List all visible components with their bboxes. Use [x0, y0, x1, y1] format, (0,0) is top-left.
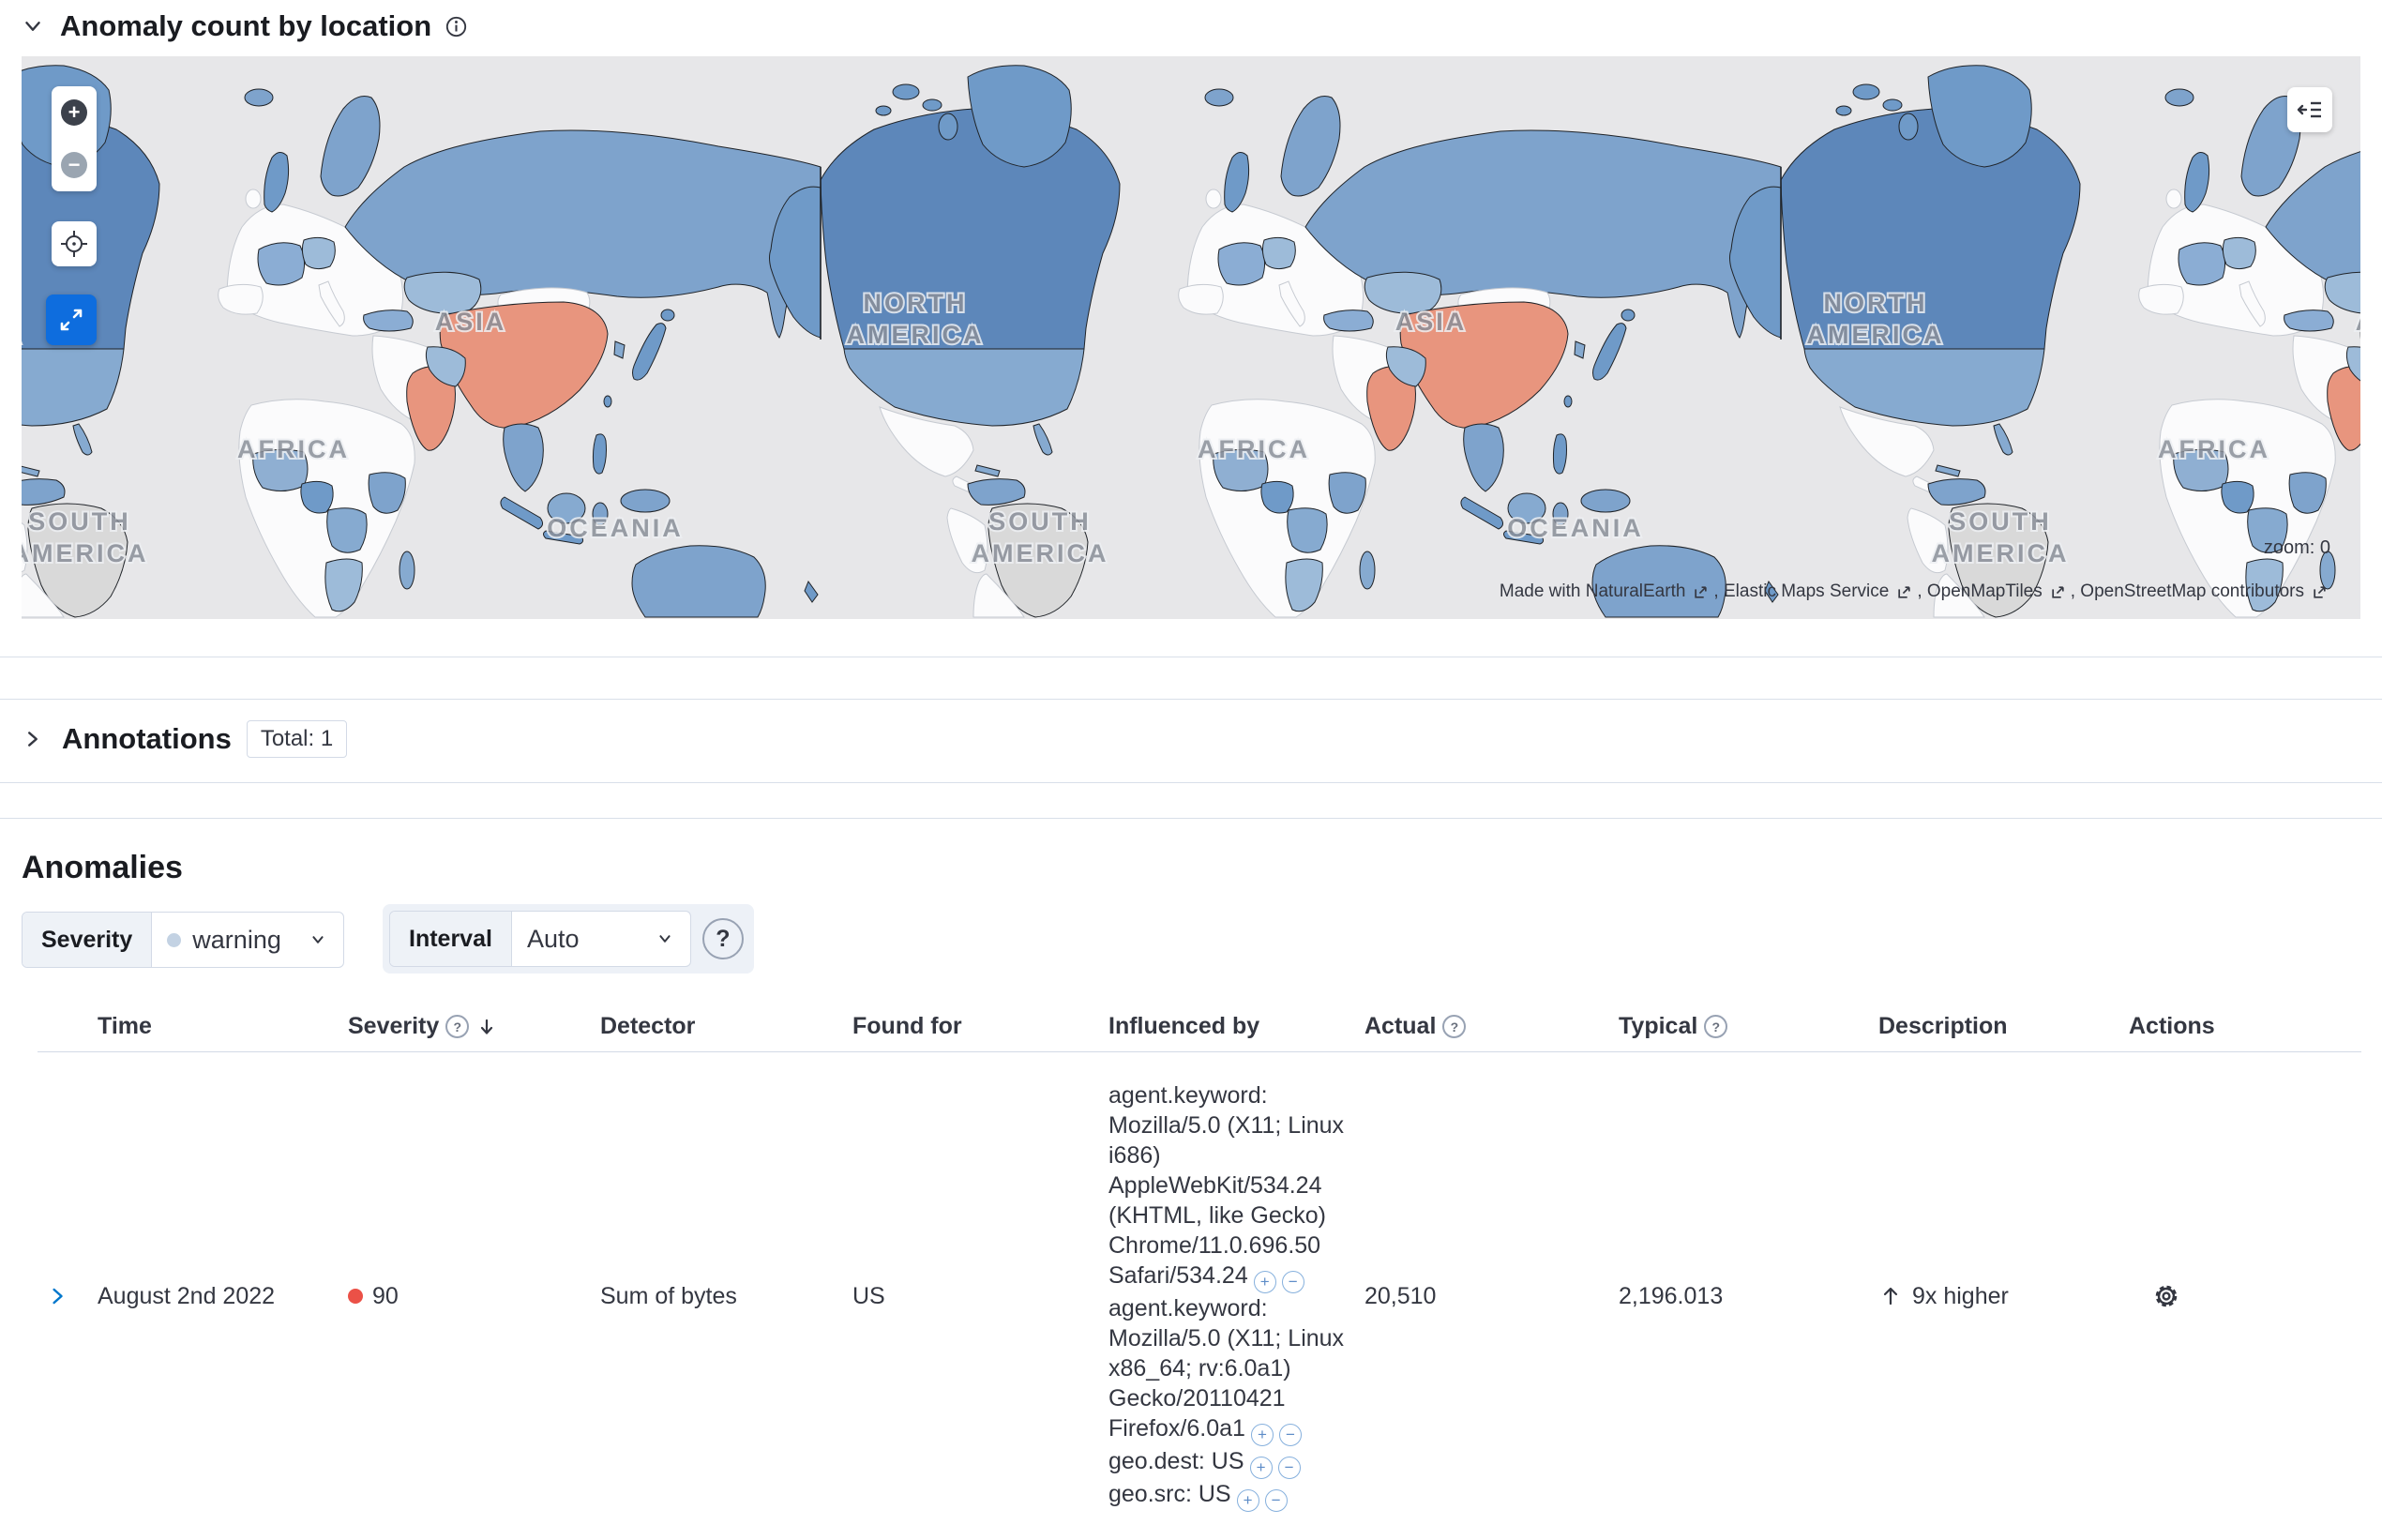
- header-severity[interactable]: Severity ?: [348, 1005, 600, 1051]
- chevron-down-icon: [308, 929, 328, 950]
- arrow-up-icon: [1878, 1284, 1903, 1308]
- question-icon[interactable]: ?: [1442, 1015, 1467, 1038]
- cell-severity: 90: [348, 1283, 600, 1310]
- influencer-item: geo.src: US + −: [1108, 1479, 1346, 1512]
- anomalies-title: Anomalies: [22, 850, 183, 885]
- header-typical: Typical?: [1619, 1005, 1878, 1051]
- cell-description: 9x higher: [1878, 1283, 2129, 1310]
- sort-down-icon: [475, 1016, 498, 1038]
- cell-time: August 2nd 2022: [98, 1282, 276, 1309]
- cell-influenced-by: agent.keyword: Mozilla/5.0 (X11; Linux i…: [1108, 1067, 1364, 1525]
- interval-select-value: Auto: [526, 924, 580, 953]
- annotations-title: Annotations: [62, 722, 232, 755]
- header-influenced-by: Influenced by: [1108, 1013, 1260, 1039]
- header-actual: Actual?: [1364, 1005, 1619, 1051]
- external-link-icon: [2050, 584, 2066, 600]
- header-found-for: Found for: [852, 1013, 962, 1039]
- influencer-item: geo.dest: US + −: [1108, 1446, 1346, 1479]
- interval-filter-label: Interval: [390, 912, 512, 966]
- legend-toggle-button[interactable]: [2287, 87, 2332, 132]
- header-expander: [38, 1005, 98, 1051]
- attribution-openmaptiles-link[interactable]: , OpenMapTiles: [1917, 581, 2042, 602]
- anomaly-map[interactable]: ASIA NORTH AMERICA AFRICA SOUTH AMERICA …: [22, 56, 2360, 619]
- divider: [0, 818, 2382, 819]
- collapse-legend-icon: [2297, 101, 2321, 118]
- zoom-out-icon[interactable]: −: [61, 152, 87, 178]
- crosshair-icon: [61, 231, 87, 257]
- map-panel-header: Anomaly count by location: [19, 9, 468, 43]
- filter-in-icon[interactable]: +: [1236, 1489, 1259, 1512]
- filter-out-icon[interactable]: −: [1281, 1271, 1304, 1293]
- zoom-level-indicator: zoom: 0: [2263, 537, 2330, 558]
- chevron-down-icon: [655, 929, 675, 949]
- map-panel-title: Anomaly count by location: [60, 9, 432, 42]
- chevron-down-icon[interactable]: [19, 12, 47, 40]
- header-time: Time: [98, 1013, 152, 1039]
- expand-icon: [60, 309, 83, 331]
- question-icon[interactable]: ?: [445, 1015, 470, 1038]
- interval-filter-wrap: Interval Auto ?: [383, 904, 754, 974]
- expand-map-button[interactable]: [46, 294, 97, 345]
- table-row: August 2nd 2022 90 Sum of bytes US agent…: [38, 1052, 2361, 1540]
- header-detector: Detector: [600, 1013, 696, 1039]
- interval-filter: Interval Auto: [389, 911, 691, 967]
- severity-warning-dot: [167, 932, 182, 947]
- attribution-osm-link[interactable]: , OpenStreetMap contributors: [2071, 581, 2304, 602]
- map-attribution: Made with NaturalEarth , Elastic Maps Se…: [1500, 581, 2330, 602]
- anomalies-table: Time Severity ? Detector Found for Influ…: [38, 1005, 2361, 1540]
- cell-detector: Sum of bytes: [600, 1282, 737, 1309]
- cell-found-for: US: [852, 1282, 885, 1309]
- map-zoom-controls: + −: [52, 86, 97, 191]
- annotations-total-badge: Total: 1: [246, 720, 348, 758]
- fit-to-data-button[interactable]: [52, 221, 97, 266]
- help-button[interactable]: ?: [701, 918, 744, 959]
- severity-select[interactable]: warning: [152, 913, 343, 967]
- external-link-icon: [1693, 584, 1709, 600]
- external-link-icon: [2312, 584, 2328, 600]
- table-header-row: Time Severity ? Detector Found for Influ…: [38, 1005, 2361, 1052]
- header-description: Description: [1878, 1013, 2008, 1039]
- influencer-item: agent.keyword: Mozilla/5.0 (X11; Linux i…: [1108, 1080, 1346, 1293]
- question-icon: ?: [716, 925, 731, 952]
- external-link-icon: [1896, 584, 1912, 600]
- attribution-elastic-maps-link[interactable]: , Elastic Maps Service: [1713, 581, 1889, 602]
- filter-in-icon[interactable]: +: [1249, 1457, 1273, 1479]
- cell-typical: 2,196.013: [1619, 1282, 1724, 1309]
- severity-critical-dot: [348, 1289, 363, 1304]
- severity-filter-label: Severity: [23, 913, 153, 967]
- filter-out-icon[interactable]: −: [1278, 1424, 1302, 1446]
- gear-icon[interactable]: [2151, 1281, 2181, 1311]
- influencer-item: agent.keyword: Mozilla/5.0 (X11; Linux x…: [1108, 1293, 1346, 1446]
- filter-in-icon[interactable]: +: [1250, 1424, 1274, 1446]
- annotations-accordion[interactable]: Annotations Total: 1: [19, 713, 348, 765]
- severity-score: 90: [372, 1282, 399, 1309]
- info-icon[interactable]: [445, 15, 468, 38]
- zoom-in-icon[interactable]: +: [61, 99, 87, 126]
- anomaly-explorer-page: { "panel": { "title": "Anomaly count by …: [0, 0, 2382, 1512]
- chevron-right-icon[interactable]: [19, 725, 47, 753]
- world-map-svg[interactable]: ASIA NORTH AMERICA AFRICA SOUTH AMERICA …: [22, 56, 2360, 619]
- attribution-naturalearth-link[interactable]: Made with NaturalEarth: [1500, 581, 1686, 602]
- row-expander[interactable]: [38, 1283, 98, 1309]
- filter-out-icon[interactable]: −: [1264, 1489, 1288, 1512]
- divider: [0, 699, 2382, 700]
- divider: [0, 782, 2382, 783]
- filter-in-icon[interactable]: +: [1253, 1271, 1276, 1293]
- filter-out-icon[interactable]: −: [1277, 1457, 1301, 1479]
- interval-select[interactable]: Auto: [512, 912, 690, 966]
- question-icon[interactable]: ?: [1704, 1015, 1728, 1038]
- cell-actions: [2129, 1281, 2361, 1311]
- severity-select-value: warning: [192, 925, 281, 954]
- cell-actual: 20,510: [1364, 1282, 1437, 1309]
- chevron-right-icon: [45, 1283, 71, 1309]
- header-actions: Actions: [2129, 1013, 2215, 1039]
- severity-filter: Severity warning: [22, 912, 345, 968]
